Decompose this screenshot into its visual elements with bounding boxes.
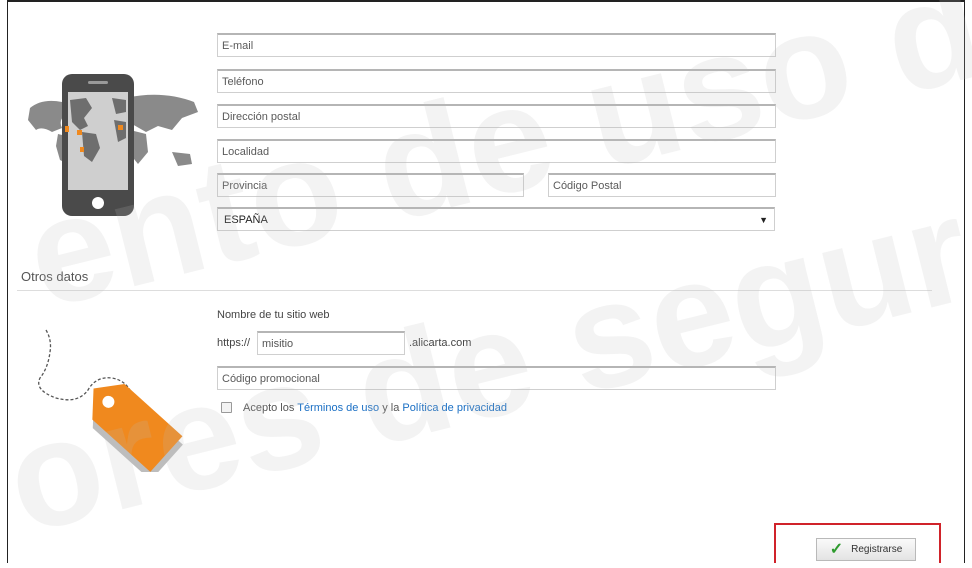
register-button[interactable]: ✓ Registrarse [816,538,916,561]
price-tag-illustration [38,329,183,472]
chevron-down-icon: ▼ [759,214,768,225]
address-field[interactable] [217,104,776,128]
url-suffix-label: .alicarta.com [409,337,472,349]
terms-checkbox[interactable] [221,402,232,413]
postal-code-field[interactable] [548,173,776,197]
website-name-label: Nombre de tu sitio web [217,309,330,321]
register-button-label: Registrarse [851,544,903,555]
terms-text: Acepto los Términos de uso y la Política… [243,402,507,414]
checkmark-icon: ✓ [829,540,844,558]
city-field[interactable] [217,139,776,163]
section-divider [17,290,932,291]
terms-middle: y la [382,402,400,414]
section-title-other-data: Otros datos [21,269,89,284]
terms-of-use-link[interactable]: Términos de uso [297,402,379,414]
phone-world-map-illustration [28,74,198,216]
phone-home-button [92,197,104,209]
site-name-input[interactable] [257,331,405,355]
promo-code-field[interactable] [217,366,776,390]
privacy-policy-link[interactable]: Política de privacidad [402,402,507,414]
terms-prefix: Acepto los [243,402,295,414]
top-border [7,0,965,2]
country-select[interactable]: ESPAÑA ▼ [217,207,775,231]
email-field[interactable] [217,33,776,57]
country-selected-value: ESPAÑA [224,213,268,226]
url-prefix-label: https:// [217,337,251,349]
province-field[interactable] [217,173,524,197]
phone-speaker [88,81,108,84]
phone-field[interactable] [217,69,776,93]
